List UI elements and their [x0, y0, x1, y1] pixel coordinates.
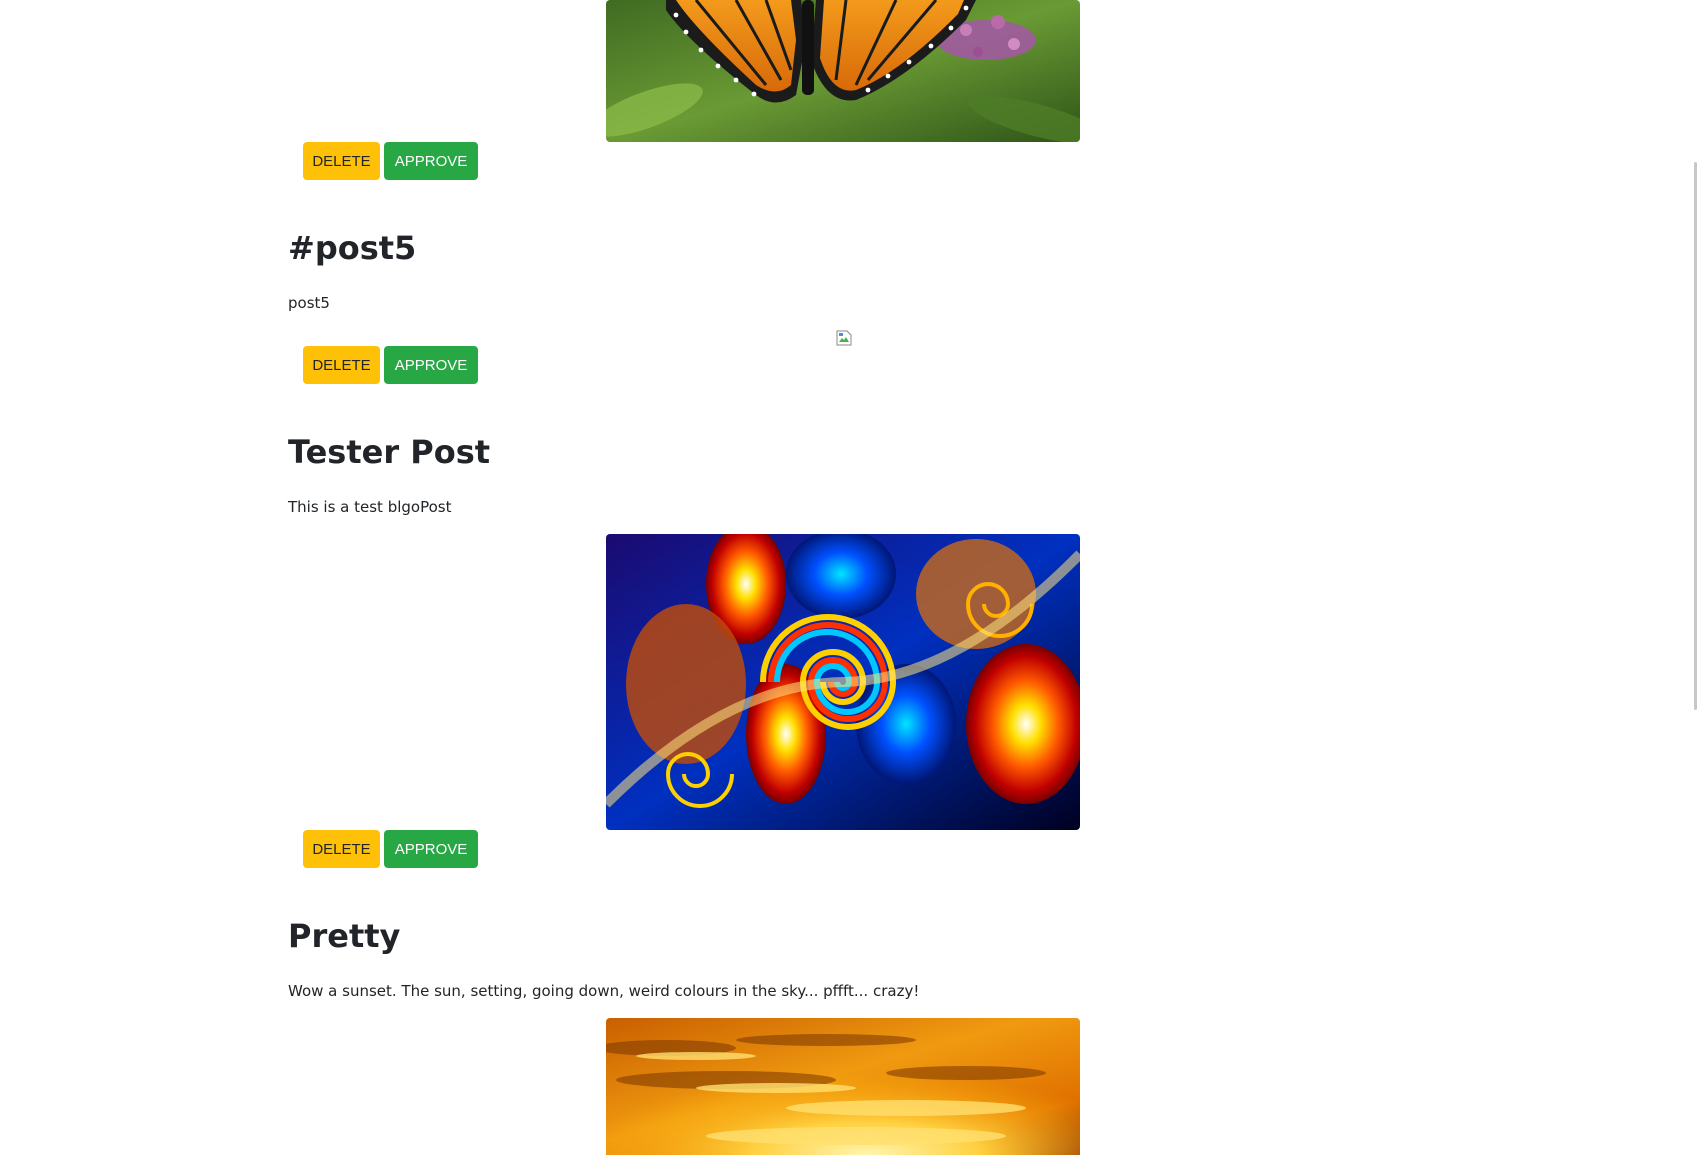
post-title: Pretty [288, 917, 401, 955]
page: DELETE APPROVE #post5 post5 DELETE APPRO… [0, 0, 1697, 1155]
post-title: #post5 [288, 229, 417, 267]
post-image-butterfly [606, 0, 1080, 142]
delete-button[interactable]: DELETE [303, 346, 380, 384]
post-body: Wow a sunset. The sun, setting, going do… [288, 982, 920, 1000]
broken-image-icon [836, 330, 852, 346]
approve-button[interactable]: APPROVE [384, 830, 478, 868]
approve-button[interactable]: APPROVE [384, 142, 478, 180]
post-body: post5 [288, 294, 330, 312]
post-image-sunset [606, 1018, 1080, 1155]
post-body: This is a test blgoPost [288, 498, 452, 516]
post-image-fractal [606, 534, 1080, 830]
approve-button[interactable]: APPROVE [384, 346, 478, 384]
post-title: Tester Post [288, 433, 491, 471]
delete-button[interactable]: DELETE [303, 142, 380, 180]
delete-button[interactable]: DELETE [303, 830, 380, 868]
